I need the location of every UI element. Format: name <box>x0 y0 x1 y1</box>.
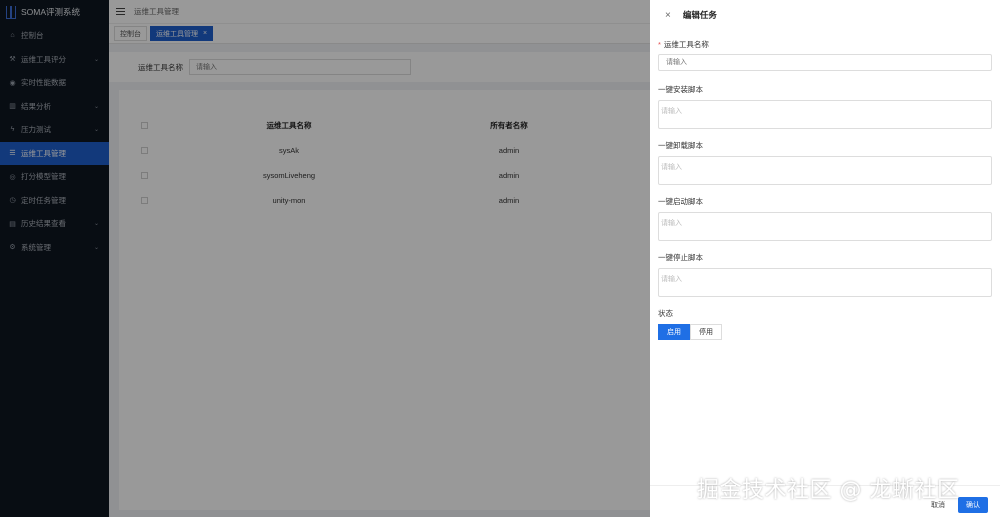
drawer-title: 编辑任务 <box>682 10 717 20</box>
watermark: 掘金技术社区 @ 龙蜥社区 <box>697 478 960 503</box>
drawer-header: × 编辑任务 <box>650 0 1000 30</box>
status-field: 状态 启用 停用 <box>658 307 992 340</box>
required-mark: * <box>658 39 661 49</box>
stop-script-field: 一键停止脚本 请输入 <box>658 251 992 297</box>
start-script-textarea[interactable]: 请输入 <box>658 212 992 241</box>
stop-script-textarea[interactable]: 请输入 <box>658 268 992 297</box>
stop-script-label: 一键停止脚本 <box>658 252 703 262</box>
uninstall-script-field: 一键卸载脚本 请输入 <box>658 139 992 185</box>
uninstall-script-textarea[interactable]: 请输入 <box>658 156 992 185</box>
tool-name-field: * 运维工具名称 <box>658 38 992 71</box>
start-script-label: 一键启动脚本 <box>658 196 703 206</box>
status-enable-button[interactable]: 启用 <box>658 324 690 340</box>
status-disable-button[interactable]: 停用 <box>690 324 722 340</box>
install-script-field: 一键安装脚本 请输入 <box>658 83 992 129</box>
edit-task-drawer: × 编辑任务 * 运维工具名称 一键安装脚本 请输入 一键卸载脚本 请输入 一键… <box>650 0 1000 517</box>
tool-name-input[interactable] <box>658 54 992 71</box>
close-icon[interactable]: × <box>665 10 671 21</box>
status-toggle: 启用 停用 <box>658 324 992 340</box>
start-script-field: 一键启动脚本 请输入 <box>658 195 992 241</box>
install-script-textarea[interactable]: 请输入 <box>658 100 992 129</box>
tool-name-label: 运维工具名称 <box>663 39 709 49</box>
status-label: 状态 <box>658 308 673 318</box>
modal-overlay[interactable] <box>0 0 650 517</box>
uninstall-script-label: 一键卸载脚本 <box>658 140 703 150</box>
install-script-label: 一键安装脚本 <box>658 84 703 94</box>
confirm-button[interactable]: 确认 <box>958 497 988 513</box>
